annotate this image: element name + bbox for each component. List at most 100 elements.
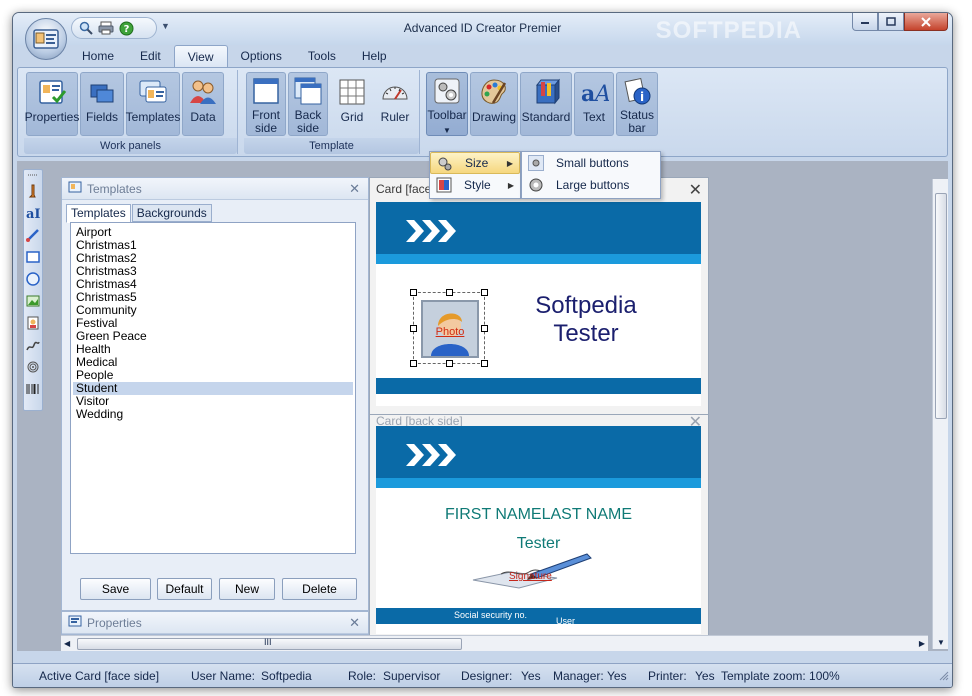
text-tool-icon[interactable]: aI (24, 202, 42, 224)
front-card-close-icon[interactable]: ✕ (689, 180, 702, 200)
scroll-down-arrow-icon[interactable]: ▼ (937, 638, 945, 647)
templates-list[interactable]: Airport Christmas1 Christmas2 Christmas3… (70, 222, 356, 554)
fingerprint-tool-icon[interactable] (24, 356, 42, 378)
text-button[interactable]: aA Text (574, 72, 614, 136)
front-card-canvas[interactable]: Photo Softpedia Tester (376, 202, 701, 406)
status-active-card: Active Card [face side] (39, 669, 160, 683)
tab-tools[interactable]: Tools (295, 45, 349, 67)
properties-panel-close-icon[interactable]: ✕ (349, 615, 360, 631)
tab-view[interactable]: View (173, 45, 228, 67)
back-card-canvas[interactable]: FIRST NAMELAST NAME Tester Signature Soc… (376, 426, 701, 634)
resize-handle[interactable] (481, 325, 488, 332)
photo-tool-icon[interactable] (24, 312, 42, 334)
print-icon[interactable] (98, 20, 114, 36)
fields-button[interactable]: Fields (80, 72, 124, 136)
horizontal-scrollbar[interactable]: ◀ III ▶ (61, 635, 928, 651)
resize-handle[interactable] (410, 325, 417, 332)
menu-item-style-label: Style (464, 178, 491, 192)
status-role: Supervisor (383, 669, 441, 683)
resize-handle[interactable] (410, 360, 417, 367)
drawing-button[interactable]: Drawing (470, 72, 518, 136)
menu-item-large-buttons[interactable]: Large buttons (522, 174, 660, 196)
list-item[interactable]: Medical (73, 356, 353, 369)
resize-handle[interactable] (410, 289, 417, 296)
status-zoom: Template zoom: 100% (721, 669, 840, 683)
menu-item-style[interactable]: Style ▶ (430, 174, 520, 196)
status-bar-label: Status bar (619, 108, 655, 135)
list-item[interactable]: Wedding (73, 408, 353, 421)
template-group-label: Template (244, 138, 419, 154)
tab-edit[interactable]: Edit (127, 45, 174, 67)
standard-button[interactable]: Standard (520, 72, 572, 136)
horizontal-scroll-thumb[interactable]: III (77, 637, 462, 650)
new-button[interactable]: New (219, 578, 275, 600)
resize-handle[interactable] (481, 360, 488, 367)
front-side-button[interactable]: Front side (246, 72, 286, 136)
title-bar[interactable]: SOFTPEDIA Advanced ID Creator Premier ? … (13, 13, 952, 45)
ruler-button[interactable]: Ruler (374, 72, 416, 136)
close-button[interactable] (904, 13, 948, 31)
toolbar-label: Toolbar (427, 108, 467, 122)
magnifier-icon[interactable] (78, 20, 94, 36)
line-tool-icon[interactable] (24, 224, 42, 246)
data-button[interactable]: Data (182, 72, 224, 136)
properties-panel-header[interactable]: Properties ✕ (62, 612, 368, 634)
default-button[interactable]: Default (157, 578, 212, 600)
grid-button[interactable]: Grid (332, 72, 372, 136)
resize-handle[interactable] (446, 360, 453, 367)
status-designer: Yes (521, 669, 541, 683)
chevrons-icon (406, 220, 456, 242)
vertical-scroll-thumb[interactable] (935, 193, 947, 419)
properties-panel: Properties ✕ (61, 611, 369, 635)
barcode-tool-icon[interactable] (24, 378, 42, 400)
help-icon[interactable]: ? (118, 20, 134, 36)
delete-button[interactable]: Delete (282, 578, 357, 600)
list-item[interactable]: Green Peace (73, 330, 353, 343)
menu-item-small-buttons[interactable]: Small buttons (522, 152, 660, 174)
rectangle-tool-icon[interactable] (24, 246, 42, 268)
status-bar-button[interactable]: i Status bar (616, 72, 658, 136)
front-footer-band (376, 378, 701, 394)
card-name-line1[interactable]: Softpedia (511, 292, 661, 320)
back-side-label: Back side (294, 108, 322, 135)
resize-grip-icon[interactable] (939, 670, 949, 684)
resize-handle[interactable] (446, 289, 453, 296)
size-submenu: Small buttons Large buttons (521, 151, 661, 199)
pointer-tool-icon[interactable] (24, 180, 42, 202)
minimize-button[interactable] (852, 13, 878, 31)
menu-item-size[interactable]: Size ▶ (430, 152, 520, 174)
ruler-label: Ruler (380, 110, 410, 124)
scroll-right-arrow-icon[interactable]: ▶ (919, 639, 925, 648)
tab-options[interactable]: Options (228, 45, 295, 67)
ribbon-tabs: Home Edit View Options Tools Help (69, 45, 400, 67)
templates-icon (137, 76, 169, 108)
front-accent-band (376, 254, 701, 264)
application-menu-button[interactable] (25, 18, 67, 60)
tab-help[interactable]: Help (349, 45, 400, 67)
signature-tool-icon[interactable] (24, 334, 42, 356)
photo-placeholder[interactable]: Photo (410, 289, 488, 367)
back-full-name[interactable]: FIRST NAMELAST NAME (376, 506, 701, 524)
image-tool-icon[interactable] (24, 290, 42, 312)
subtab-templates[interactable]: Templates (66, 204, 131, 223)
vertical-scrollbar[interactable]: ▼ (932, 179, 948, 649)
qat-customize-arrow-icon[interactable]: ▼ (161, 21, 170, 31)
toolbar-button[interactable]: Toolbar ▼ (426, 72, 468, 136)
grip-icon[interactable] (24, 170, 42, 180)
ellipse-tool-icon[interactable] (24, 268, 42, 290)
maximize-button[interactable] (878, 13, 904, 31)
template-group: Front side Back side Grid Ruler Template (244, 70, 420, 154)
ruler-gauge-icon (379, 76, 411, 108)
scroll-left-arrow-icon[interactable]: ◀ (64, 639, 70, 648)
templates-panel-close-icon[interactable]: ✕ (349, 181, 360, 197)
tab-home[interactable]: Home (69, 45, 127, 67)
resize-handle[interactable] (481, 289, 488, 296)
list-item-selected[interactable]: Student (73, 382, 353, 395)
properties-button[interactable]: Properties (25, 72, 79, 136)
save-button[interactable]: Save (80, 578, 151, 600)
status-bar-icon: i (621, 76, 653, 106)
templates-button[interactable]: Templates (126, 72, 180, 136)
subtab-backgrounds[interactable]: Backgrounds (131, 204, 212, 222)
back-side-button[interactable]: Back side (288, 72, 328, 136)
card-name-line2[interactable]: Tester (511, 320, 661, 348)
